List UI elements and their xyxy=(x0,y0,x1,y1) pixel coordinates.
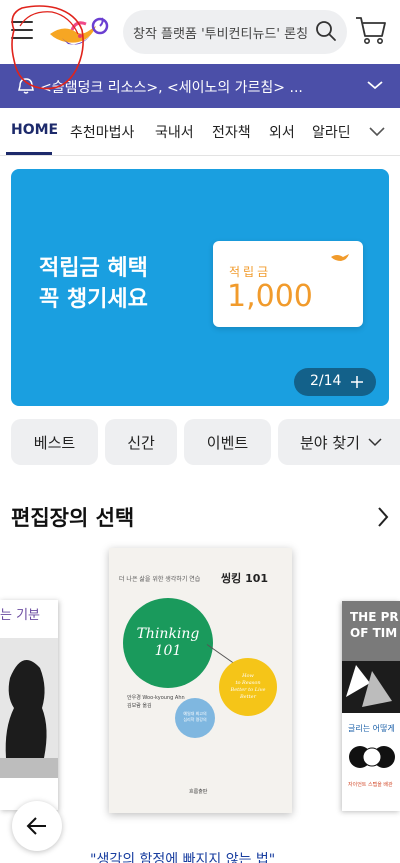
tab-foreign-books[interactable]: 외서 xyxy=(269,122,295,142)
back-button[interactable] xyxy=(12,801,62,851)
tab-ebooks[interactable]: 전자책 xyxy=(212,122,251,142)
chevron-right-icon[interactable] xyxy=(376,506,390,528)
chevron-down-icon xyxy=(368,438,382,447)
event-button[interactable]: 이벤트 xyxy=(184,419,271,465)
tab-recommend-wizard[interactable]: 추천마법사 xyxy=(70,122,134,142)
hamburger-menu-icon[interactable] xyxy=(11,21,33,41)
search-icon[interactable] xyxy=(315,20,337,42)
category-find-button[interactable]: 분야 찾기 xyxy=(278,419,400,465)
chevron-down-icon[interactable] xyxy=(366,78,384,92)
book-author: 안우경 Woo-kyoung Ahn 김보람 옮김 xyxy=(127,695,185,709)
tab-aladin[interactable]: 알라딘 xyxy=(312,122,351,142)
book-right-subcaption: 자이언트 스텝을 배관 xyxy=(348,782,393,788)
chevron-down-icon[interactable] xyxy=(368,126,386,138)
yellow-circle: How to Reason Better to Live Better xyxy=(219,658,277,716)
book-cover-photo xyxy=(0,638,58,778)
book-cover-thinking-101[interactable]: 더 나은 삶을 위한 생각하기 연습 씽킹 101 Thinking 101 H… xyxy=(109,548,292,813)
book-right-art xyxy=(342,661,400,713)
points-amount: 1,000 xyxy=(227,279,313,314)
search-input[interactable]: 창작 플랫폼 '투비컨티뉴드' 론칭 xyxy=(123,10,347,54)
book-quote: "생각의 함정에 빠지지 않는 법" xyxy=(90,852,276,863)
best-button[interactable]: 베스트 xyxy=(11,419,98,465)
new-button[interactable]: 신간 xyxy=(105,419,177,465)
book-right-title: THE PR OF TIM xyxy=(350,610,399,640)
genie-lamp-icon xyxy=(331,254,349,261)
category-tabs: HOME 추천마법사 국내서 전자책 외서 알라딘 xyxy=(0,108,400,156)
promo-banner[interactable]: 적립금 혜택 꼭 챙기세요 적립금 1,000 2/14 xyxy=(11,169,389,406)
book-cover-left[interactable]: 는 기분 xyxy=(0,600,58,810)
book-left-title: 는 기분 xyxy=(0,608,41,623)
plus-icon[interactable] xyxy=(350,375,364,389)
notice-text: <슬램덩크 리소스>, <세이노의 가르침> ... xyxy=(40,80,303,96)
bell-icon xyxy=(18,78,34,94)
book-publisher: 흐름출판 xyxy=(189,789,208,795)
book-title-kr: 씽킹 101 xyxy=(221,572,269,585)
app-header: 창작 플랫폼 '투비컨티뉴드' 론칭 xyxy=(0,0,400,64)
arrow-left-icon xyxy=(26,817,46,835)
promo-headline: 적립금 혜택 꼭 챙기세요 xyxy=(39,256,148,312)
pager-count: 2/14 xyxy=(310,373,342,389)
book-right-caption: 글리는 어떻게 xyxy=(348,724,395,733)
cart-icon[interactable] xyxy=(354,14,388,46)
book-tagline: 더 나은 삶을 위한 생각하기 연습 xyxy=(119,576,201,583)
book-cover-right[interactable]: THE PR OF TIM 글리는 어떻게 자이언트 스텝을 배관 xyxy=(342,601,400,811)
genie-lamp-logo[interactable] xyxy=(46,12,112,54)
green-circle: Thinking 101 xyxy=(123,598,213,688)
points-card: 적립금 1,000 xyxy=(213,241,363,327)
points-label: 적립금 xyxy=(229,265,272,279)
carousel-pager[interactable]: 2/14 xyxy=(294,368,376,396)
notice-banner[interactable]: <슬램덩크 리소스>, <세이노의 가르침> ... xyxy=(0,64,400,108)
active-tab-indicator xyxy=(6,152,52,155)
tab-home[interactable]: HOME xyxy=(11,122,58,138)
search-placeholder: 창작 플랫폼 '투비컨티뉴드' 론칭 xyxy=(133,27,309,42)
section-title: 편집장의 선택 xyxy=(11,506,135,530)
book-right-circles xyxy=(349,746,395,768)
tab-domestic-books[interactable]: 국내서 xyxy=(155,122,194,142)
